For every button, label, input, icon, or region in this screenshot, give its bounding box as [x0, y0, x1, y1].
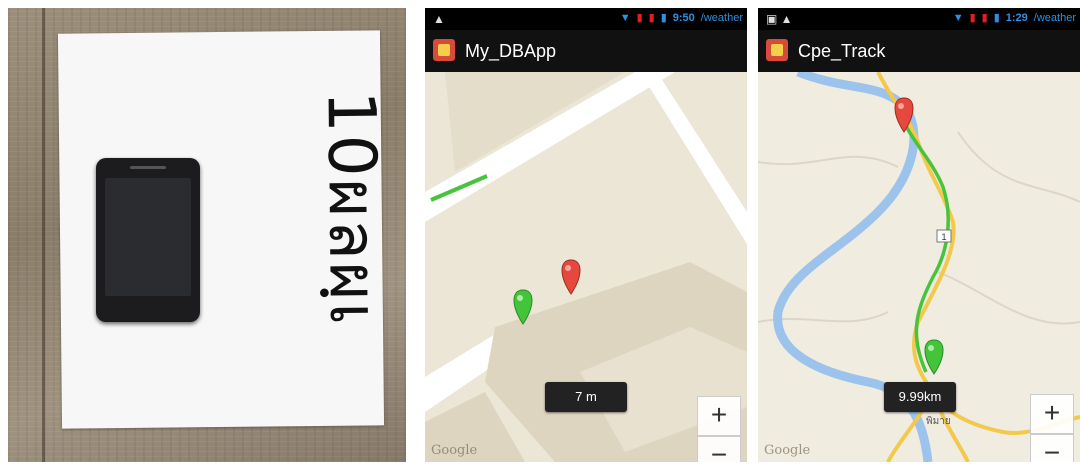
battery-icon: ▮: [993, 12, 1000, 24]
status-bar: ▣ ▲ ▼ ▮ ▮ ▮ 1:29 /weather: [758, 8, 1080, 30]
zoom-out-button[interactable]: −: [1030, 434, 1074, 462]
action-bar: My_DBApp: [425, 30, 747, 72]
app-icon[interactable]: [766, 39, 788, 61]
zoom-out-button[interactable]: −: [697, 436, 741, 462]
photo-panel: 10ผลผฺเ: [8, 8, 406, 462]
phone-logo: [130, 166, 166, 169]
app-title: Cpe_Track: [798, 41, 886, 61]
phone-screen: [105, 178, 191, 296]
wifi-icon: ▼: [952, 11, 964, 24]
zoom-controls: + −: [697, 396, 741, 462]
zoom-in-button[interactable]: +: [1030, 394, 1074, 434]
status-bar: ▲ ▼ ▮ ▮ ▮ 9:50 /weather: [425, 8, 747, 30]
status-clock: 1:29: [1005, 11, 1028, 24]
town-label: พิมาย: [926, 416, 951, 427]
google-attribution: Google: [764, 443, 811, 458]
status-suffix: /weather: [700, 11, 743, 24]
screen-cpe-track: ▣ ▲ ▼ ▮ ▮ ▮ 1:29 /weather Cpe_Track 1 พิ…: [758, 8, 1080, 462]
sign-text: 10ผลผฺเ: [312, 90, 393, 328]
action-bar: Cpe_Track: [758, 30, 1080, 72]
signal-icon: ▮: [969, 12, 976, 24]
screen-my-dbapp: ▲ ▼ ▮ ▮ ▮ 9:50 /weather My_DBApp 7 m + −…: [425, 8, 747, 462]
signal-icon-2: ▮: [981, 12, 988, 24]
phone-device: [96, 158, 200, 322]
app-title: My_DBApp: [465, 41, 557, 61]
zoom-in-button[interactable]: +: [697, 396, 741, 436]
distance-label: 7 m: [545, 382, 627, 412]
pavement-crack: [42, 8, 45, 462]
wifi-icon: ▼: [619, 11, 631, 24]
signal-icon-2: ▮: [648, 12, 655, 24]
road-shield-1: 1: [936, 229, 952, 243]
distance-label: 9.99km: [884, 382, 956, 412]
zoom-controls: + −: [1030, 394, 1074, 462]
warning-icon: ▲: [433, 12, 445, 26]
battery-icon: ▮: [660, 12, 667, 24]
app-icon[interactable]: [433, 39, 455, 61]
google-attribution: Google: [431, 443, 478, 458]
signal-icon: ▮: [636, 12, 643, 24]
status-suffix: /weather: [1033, 11, 1076, 24]
status-clock: 9:50: [672, 11, 695, 24]
notification-icons: ▣ ▲: [766, 12, 793, 26]
svg-text:1: 1: [941, 232, 946, 242]
